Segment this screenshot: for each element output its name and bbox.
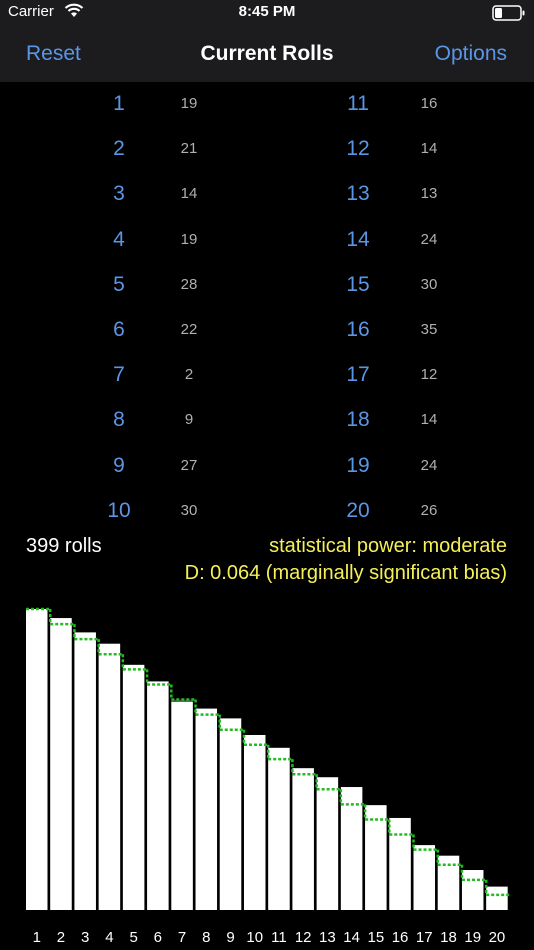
x-tick-15: 15 [367,929,384,946]
x-tick-14: 14 [343,929,360,946]
rolls-table: 1 19 2 21 3 14 4 19 5 28 6 22 7 2 8 9 9 27 10 30 11 16 12 14 13 1… [0,82,534,528]
roll-face-6: 6 [113,318,125,341]
roll-face-11: 11 [347,92,369,115]
bar-15 [365,805,387,910]
d-statistic-label: D: 0.064 (marginally significant bias) [184,562,507,584]
roll-face-16: 16 [346,318,370,341]
roll-count-17: 12 [420,366,438,384]
bar-20 [486,886,508,910]
status-time: 8:45 PM [238,3,296,20]
roll-count-15: 30 [420,275,438,293]
roll-face-4: 4 [113,227,125,251]
x-tick-17: 17 [416,929,433,946]
x-tick-3: 3 [81,929,89,946]
roll-count-3: 14 [180,185,198,203]
x-tick-18: 18 [440,929,457,946]
roll-count-9: 27 [180,456,198,474]
roll-face-15: 15 [346,272,370,296]
bar-8 [195,708,218,910]
x-tick-12: 12 [295,929,312,946]
roll-count-4: 19 [180,230,198,248]
x-tick-19: 19 [464,929,481,946]
roll-face-2: 2 [113,137,125,161]
roll-count-8: 9 [184,411,194,429]
roll-count-14: 24 [420,230,438,248]
navigation-bar: Reset Current Rolls Options [0,26,534,82]
x-tick-13: 13 [319,929,336,946]
bar-6 [147,681,169,910]
roll-face-1: 1 [113,92,125,115]
bar-16 [389,817,411,910]
bar-7 [171,701,193,910]
x-tick-8: 8 [202,929,210,946]
roll-face-10: 10 [107,498,131,522]
roll-face-12: 12 [346,137,370,161]
roll-count-16: 35 [420,321,438,338]
roll-count-1: 19 [180,95,198,112]
bar-2 [50,618,72,910]
bar-5 [122,664,145,910]
options-button[interactable]: Options [435,42,507,66]
roll-count-6: 22 [180,321,198,338]
battery-icon [492,5,525,21]
bar-4 [98,643,121,910]
roll-face-17: 17 [346,363,370,387]
bar-17 [413,845,436,910]
total-rolls-label: 399 rolls [26,535,102,557]
roll-face-19: 19 [346,453,370,477]
roll-count-12: 14 [420,140,438,158]
x-tick-6: 6 [154,929,162,946]
roll-count-11: 16 [420,95,438,112]
roll-face-3: 3 [113,182,125,206]
x-tick-11: 11 [271,929,287,946]
roll-face-18: 18 [346,408,370,432]
status-bar: Carrier 8:45 PM [0,0,534,26]
roll-face-13: 13 [346,182,370,206]
bar-3 [74,632,96,910]
x-tick-20: 20 [489,929,506,946]
bar-19 [461,870,484,910]
roll-count-10: 30 [180,501,198,519]
bar-13 [316,777,339,910]
roll-count-18: 14 [420,411,438,429]
x-tick-10: 10 [246,929,263,946]
roll-count-19: 24 [420,456,438,474]
roll-face-20: 20 [346,498,370,522]
bar-11 [268,747,290,910]
x-tick-5: 5 [129,929,137,946]
roll-count-13: 13 [420,185,438,203]
x-tick-16: 16 [392,929,409,946]
roll-count-7: 2 [184,366,194,384]
x-tick-7: 7 [178,929,186,946]
x-tick-2: 2 [57,929,65,946]
bar-10 [243,734,266,910]
x-tick-9: 9 [226,929,234,946]
roll-face-7: 7 [113,363,125,387]
bar-1 [26,609,48,910]
roll-count-20: 26 [420,501,438,519]
roll-face-14: 14 [346,227,370,251]
x-tick-4: 4 [105,929,113,946]
roll-count-2: 21 [180,140,198,158]
distribution-chart: 1 2 3 4 5 6 7 8 9 10 11 12 13 14 15 16 17 18 19 20 [26,607,511,946]
bar-12 [292,768,314,910]
roll-face-8: 8 [113,408,125,432]
x-tick-1: 1 [33,929,41,946]
statistical-power-label: statistical power: moderate [269,535,507,557]
roll-face-5: 5 [113,272,125,296]
bar-9 [219,718,242,910]
roll-count-5: 28 [180,275,198,293]
roll-face-9: 9 [113,453,125,477]
